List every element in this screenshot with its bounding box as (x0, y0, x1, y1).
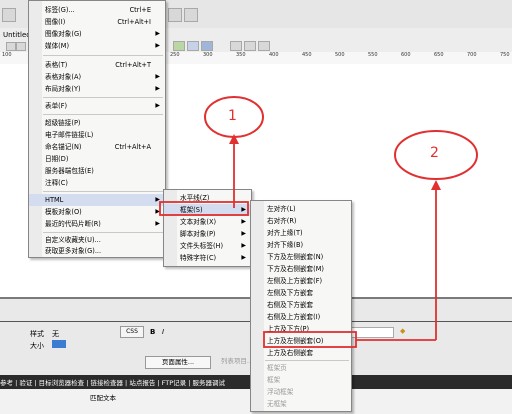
annotation-label-1: 1 (228, 108, 237, 124)
annotation-overlay (159, 96, 478, 348)
arrow-2-head (431, 180, 441, 190)
highlight-box-top-nested-left (263, 331, 357, 348)
annotation-label-2: 2 (430, 145, 439, 161)
arrow-1-head (229, 134, 239, 144)
